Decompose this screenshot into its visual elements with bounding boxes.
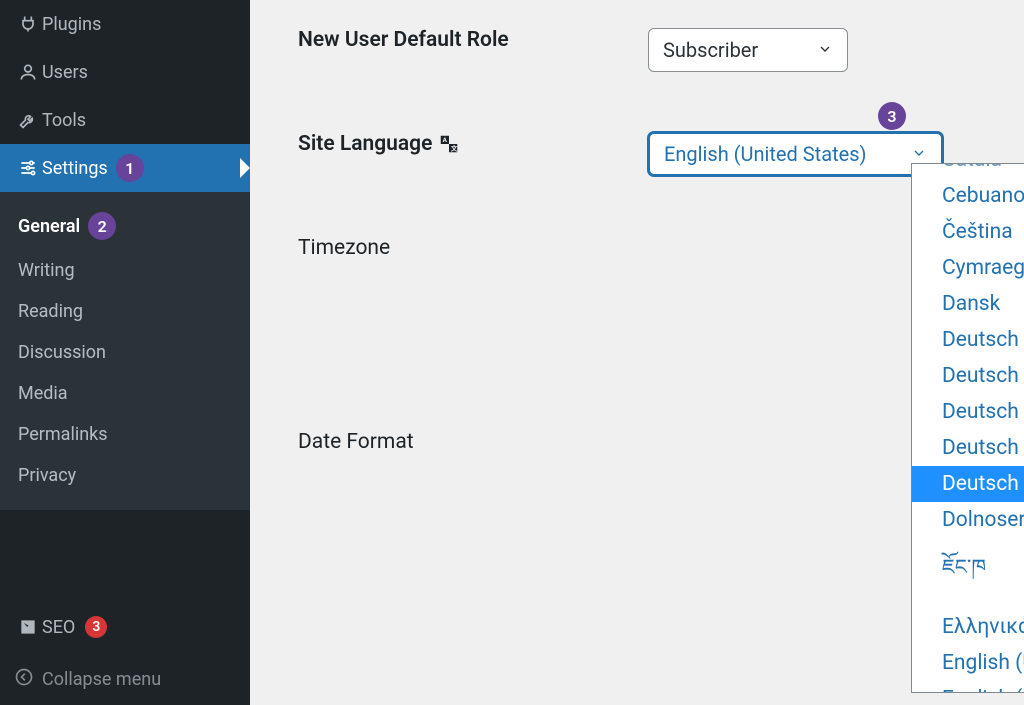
submenu-permalinks[interactable]: Permalinks — [0, 414, 250, 455]
language-option[interactable]: Deutsch — [912, 394, 1024, 430]
language-option[interactable]: English (Australia) — [912, 681, 1024, 693]
plugin-icon — [14, 14, 42, 34]
nav-label: Settings — [42, 158, 108, 179]
language-option[interactable]: Čeština — [912, 214, 1024, 250]
language-option[interactable]: Cebuano — [912, 178, 1024, 214]
language-option[interactable]: Ελληνικά — [912, 609, 1024, 645]
sliders-icon — [14, 158, 42, 178]
language-option[interactable]: Cymraeg — [912, 250, 1024, 286]
submenu-general[interactable]: General 2 — [0, 202, 250, 250]
seo-icon — [14, 617, 42, 637]
language-option[interactable]: Deutsch (Schweiz) — [912, 430, 1024, 466]
svg-text:文: 文 — [451, 143, 458, 152]
annotation-badge-1: 1 — [116, 154, 144, 182]
sidebar-item-plugins[interactable]: Plugins — [0, 0, 250, 48]
language-option[interactable]: English (UK) — [912, 645, 1024, 681]
submenu-label: General — [18, 216, 80, 237]
default-role-select[interactable]: Subscriber — [648, 28, 848, 72]
language-option[interactable]: Deutsch (Sie) — [912, 358, 1024, 394]
annotation-badge-3: 3 — [878, 102, 906, 130]
settings-submenu: General 2 Writing Reading Discussion Med… — [0, 192, 250, 510]
seo-update-badge: 3 — [85, 616, 107, 638]
nav-label: Plugins — [42, 14, 101, 35]
submenu-reading[interactable]: Reading — [0, 291, 250, 332]
admin-sidebar: Plugins Users Tools Settings 1 General 2 — [0, 0, 250, 705]
submenu-discussion[interactable]: Discussion — [0, 332, 250, 373]
select-value: English (United States) — [664, 142, 867, 166]
date-format-label: Date Format — [298, 430, 648, 454]
collapse-label: Collapse menu — [42, 669, 161, 690]
wrench-icon — [14, 110, 42, 130]
site-language-select[interactable]: English (United States) — [648, 132, 943, 176]
submenu-privacy[interactable]: Privacy — [0, 455, 250, 496]
language-option[interactable]: Dolnoserbšćina — [912, 502, 1024, 538]
nav-label: Users — [42, 62, 88, 83]
language-option[interactable]: Català — [912, 163, 1024, 178]
sidebar-item-seo[interactable]: SEO 3 — [0, 601, 250, 653]
select-value: Subscriber — [663, 38, 758, 62]
language-option[interactable]: ཇོང་ཁ — [912, 538, 1024, 609]
submenu-media[interactable]: Media — [0, 373, 250, 414]
language-option[interactable]: Dansk — [912, 286, 1024, 322]
default-role-label: New User Default Role — [298, 28, 648, 52]
language-option[interactable]: Deutsch (Schweiz, Du) — [912, 322, 1024, 358]
nav-label: SEO — [42, 617, 75, 638]
sidebar-item-settings[interactable]: Settings 1 — [0, 144, 250, 192]
language-dropdown-list[interactable]: CatalàCebuanoČeštinaCymraegDanskDeutsch … — [911, 163, 1024, 693]
sidebar-item-users[interactable]: Users — [0, 48, 250, 96]
collapse-menu[interactable]: Collapse menu — [0, 653, 250, 705]
chevron-down-icon — [817, 38, 833, 62]
nav-label: Tools — [42, 110, 86, 131]
collapse-icon — [14, 667, 42, 692]
translate-icon: A文 — [438, 133, 460, 155]
svg-text:A: A — [443, 136, 448, 144]
submenu-writing[interactable]: Writing — [0, 250, 250, 291]
user-icon — [14, 62, 42, 82]
sidebar-item-tools[interactable]: Tools — [0, 96, 250, 144]
settings-general-form: New User Default Role Subscriber Site La… — [250, 0, 1024, 705]
annotation-badge-2: 2 — [88, 212, 116, 240]
language-option[interactable]: Deutsch (Österreich) — [912, 466, 1024, 502]
timezone-label: Timezone — [298, 236, 648, 260]
site-language-label: Site Language A文 — [298, 132, 648, 156]
